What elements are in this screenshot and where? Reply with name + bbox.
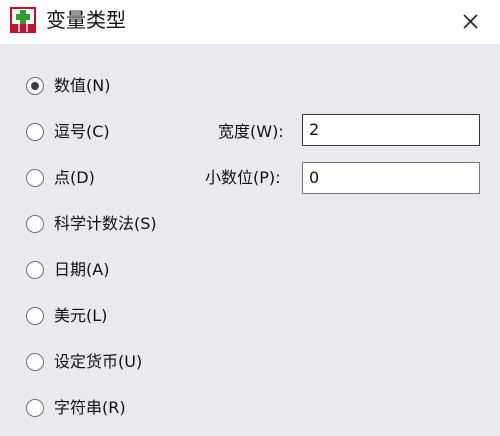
radio-label-scientific: 科学计数法(S) bbox=[54, 214, 157, 233]
radio-label-comma: 逗号(C) bbox=[54, 122, 110, 141]
radio-button[interactable] bbox=[26, 399, 44, 417]
dialog-body: 数值(N) 逗号(C) 点(D) 科学计数法(S) 日期(A) 美元(L) 设定… bbox=[0, 44, 500, 436]
radio-scientific[interactable]: 科学计数法(S) bbox=[26, 212, 226, 240]
radio-label-dot: 点(D) bbox=[54, 168, 95, 187]
radio-selected-dot bbox=[31, 82, 39, 90]
width-input[interactable]: 2 bbox=[302, 114, 480, 146]
radio-label-dollar: 美元(L) bbox=[54, 306, 108, 325]
radio-button[interactable] bbox=[26, 169, 44, 187]
decimals-label: 小数位(P): bbox=[205, 168, 281, 187]
radio-custom-currency[interactable]: 设定货币(U) bbox=[26, 350, 226, 378]
radio-button[interactable] bbox=[26, 123, 44, 141]
width-label: 宽度(W): bbox=[218, 122, 284, 141]
radio-label-custom-currency: 设定货币(U) bbox=[54, 352, 143, 371]
radio-button[interactable] bbox=[26, 261, 44, 279]
radio-string[interactable]: 字符串(R) bbox=[26, 396, 226, 424]
radio-button[interactable] bbox=[26, 307, 44, 325]
spss-variable-type-icon bbox=[10, 7, 36, 33]
radio-dot[interactable]: 点(D) bbox=[26, 166, 226, 194]
variable-type-dialog: 变量类型 数值(N) 逗号(C) 点(D) 科学计数法(S) 日期(A) 美元(… bbox=[0, 0, 500, 436]
radio-numeric[interactable]: 数值(N) bbox=[26, 74, 226, 102]
radio-dollar[interactable]: 美元(L) bbox=[26, 304, 226, 332]
radio-comma[interactable]: 逗号(C) bbox=[26, 120, 226, 148]
window-title: 变量类型 bbox=[46, 8, 126, 32]
radio-button[interactable] bbox=[26, 215, 44, 233]
radio-label-string: 字符串(R) bbox=[54, 398, 126, 417]
title-bar: 变量类型 bbox=[0, 0, 500, 44]
radio-label-date: 日期(A) bbox=[54, 260, 110, 279]
radio-button[interactable] bbox=[26, 353, 44, 371]
radio-date[interactable]: 日期(A) bbox=[26, 258, 226, 286]
close-icon[interactable] bbox=[450, 4, 490, 38]
decimals-input[interactable]: 0 bbox=[302, 162, 480, 194]
radio-label-numeric: 数值(N) bbox=[54, 76, 111, 95]
radio-button[interactable] bbox=[26, 77, 44, 95]
